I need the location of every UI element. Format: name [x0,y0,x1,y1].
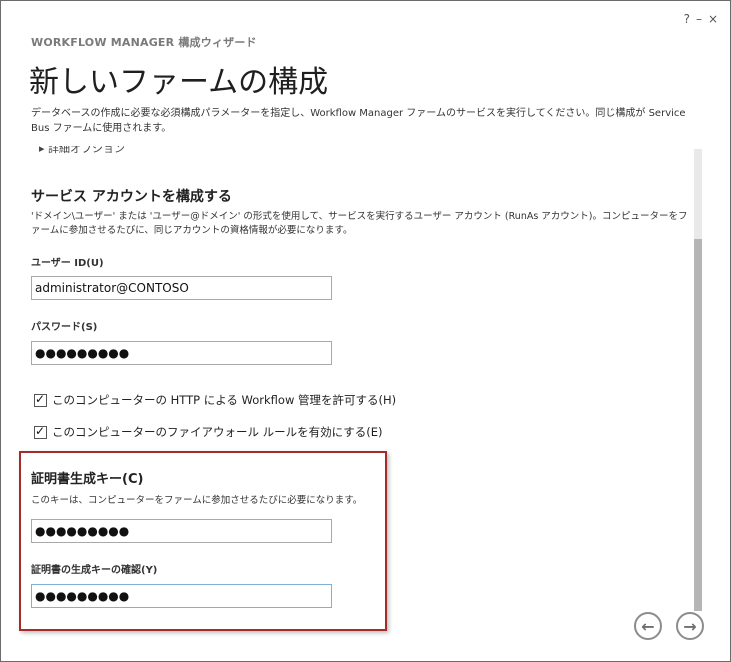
checkmark-icon: ✓ [35,423,46,438]
certificate-key-confirm-label: 証明書の生成キーの確認(Y) [31,565,158,576]
back-button[interactable]: ← [634,612,662,640]
certificate-key-field[interactable]: ●●●●●●●●● [31,519,332,543]
firewall-checkbox-row[interactable]: ✓ このコンピューターのファイアウォール ルールを有効にする(E) [34,424,383,440]
content-scroll-region[interactable]: ▸ 詳細オプション サービス アカウントを構成する 'ドメイン\ユーザー' また… [1,146,699,641]
help-icon[interactable]: ? [684,12,690,26]
next-button[interactable]: → [676,612,704,640]
password-field[interactable]: ●●●●●●●●● [31,341,332,365]
app-title: WORKFLOW MANAGER 構成ウィザード [31,36,257,49]
service-account-description: 'ドメイン\ユーザー' または 'ユーザー@ドメイン' の形式を使用して、サービ… [31,211,688,236]
arrow-right-icon: → [683,616,697,636]
firewall-checkbox[interactable]: ✓ [34,423,47,439]
window-controls: ? – × [684,12,718,26]
advanced-options-toggle[interactable]: ▸ 詳細オプション [39,146,125,156]
scrollbar-thumb[interactable] [694,239,702,611]
password-label: パスワード(S) [31,322,98,333]
http-management-label[interactable]: このコンピューターの HTTP による Workflow 管理を許可する(H) [52,392,396,408]
minimize-icon[interactable]: – [696,12,702,26]
page-title: 新しいファームの構成 [29,65,329,100]
arrow-left-icon: ← [641,616,655,636]
checkmark-icon: ✓ [35,391,46,406]
http-management-checkbox-row[interactable]: ✓ このコンピューターの HTTP による Workflow 管理を許可する(H… [34,392,396,408]
user-id-label: ユーザー ID(U) [31,258,104,269]
page-description: データベースの作成に必要な必須構成パラメーターを指定し、Workflow Man… [31,108,686,134]
certificate-key-title: 証明書生成キー(C) [31,472,144,487]
wizard-window: ? – × WORKFLOW MANAGER 構成ウィザード 新しいファームの構… [0,0,731,662]
close-icon[interactable]: × [708,12,718,26]
certificate-key-description: このキーは、コンピューターをファームに参加させるたびに必要になります。 [31,495,363,506]
service-account-title: サービス アカウントを構成する [31,189,232,205]
certificate-key-confirm-field[interactable]: ●●●●●●●●● [31,584,332,608]
http-management-checkbox[interactable]: ✓ [34,391,47,407]
user-id-field[interactable]: administrator@CONTOSO [31,276,332,300]
firewall-label[interactable]: このコンピューターのファイアウォール ルールを有効にする(E) [52,424,383,440]
